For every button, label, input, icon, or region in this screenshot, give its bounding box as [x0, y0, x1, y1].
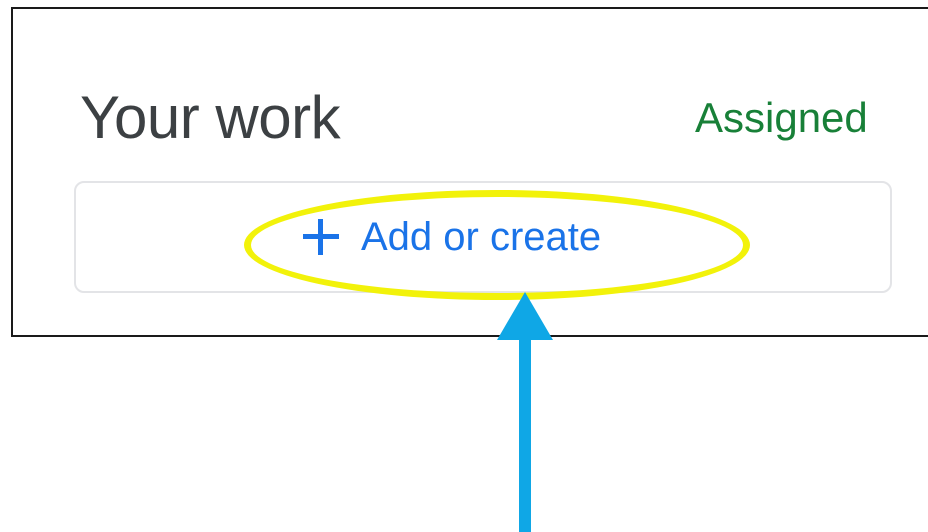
add-or-create-button[interactable]: Add or create: [74, 181, 892, 293]
section-title: Your work: [80, 84, 341, 151]
pointer-arrow-icon: [497, 292, 553, 532]
add-button-label: Add or create: [361, 215, 602, 259]
plus-icon: [301, 217, 341, 257]
status-label: Assigned: [695, 94, 868, 141]
add-button-content: Add or create: [301, 199, 601, 275]
